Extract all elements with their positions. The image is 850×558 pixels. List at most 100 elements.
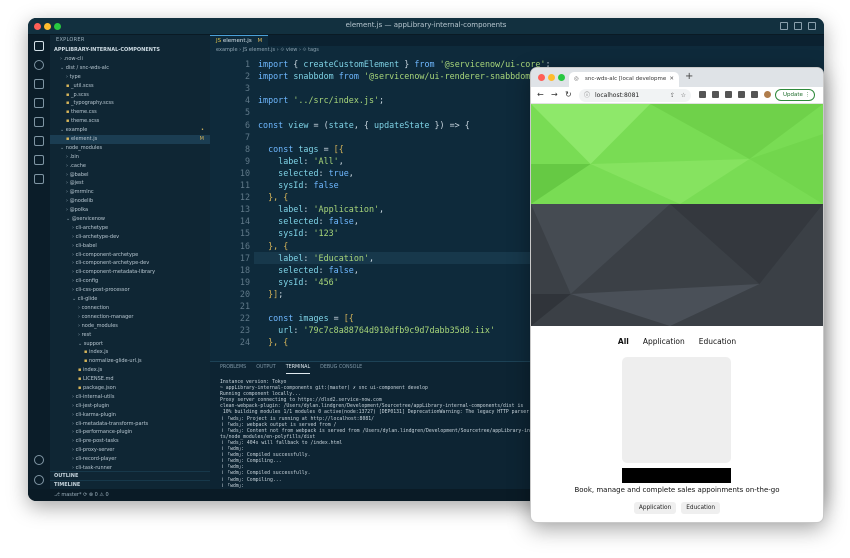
browser-close-button[interactable] (538, 74, 545, 81)
profile-avatar[interactable] (764, 91, 771, 98)
tree-item[interactable]: › connection (50, 304, 210, 313)
tree-item[interactable]: › cli-component-metadata-library (50, 268, 210, 277)
tree-item[interactable]: › @babel (50, 171, 210, 180)
tree-item[interactable]: › @jest (50, 179, 210, 188)
outline-section[interactable]: OUTLINE (50, 471, 210, 480)
workspace-root[interactable]: APPLIBRARY-INTERNAL-COMPONENTS (50, 46, 210, 55)
tree-item[interactable]: › @mrmlnc (50, 188, 210, 197)
tree-item[interactable]: › cli-jest-plugin (50, 402, 210, 411)
tab-terminal[interactable]: TERMINAL (285, 362, 311, 374)
tree-item[interactable]: › cli-performance-plugin (50, 428, 210, 437)
music-icon[interactable] (725, 91, 732, 98)
download-icon[interactable] (738, 91, 745, 98)
browser-maximize-button[interactable] (558, 74, 565, 81)
tree-item[interactable]: › cli-archetype (50, 224, 210, 233)
tag-chip[interactable]: Application (640, 336, 688, 347)
tab-output[interactable]: OUTPUT (256, 362, 276, 374)
browser-tab[interactable]: ◎ snc-wds-alc [local developme ✕ (569, 72, 679, 87)
tree-item[interactable]: › connection-manager (50, 313, 210, 322)
tree-item[interactable]: › node_modules (50, 322, 210, 331)
tree-item[interactable]: › type (50, 73, 210, 82)
tab-debug-console[interactable]: DEBUG CONSOLE (320, 362, 362, 374)
docker-icon[interactable] (34, 155, 44, 165)
tree-item[interactable]: ▪ index.js (50, 366, 210, 375)
tree-item[interactable]: › cli-metadata-transform-parts (50, 420, 210, 429)
extensions-icon[interactable] (34, 117, 44, 127)
new-tab-button[interactable]: + (685, 71, 693, 82)
app-card-image[interactable] (622, 357, 731, 463)
tree-item[interactable]: ⌄ support (50, 340, 210, 349)
tree-item[interactable]: › cli-archetype-dev (50, 233, 210, 242)
tree-item-label: cli-babel (75, 242, 97, 249)
bookmark-star-icon[interactable]: ☆ (681, 89, 686, 102)
update-button[interactable]: Update ⋮ (775, 89, 815, 101)
tag-chip[interactable]: Education (696, 336, 739, 347)
timeline-section[interactable]: TIMELINE (50, 480, 210, 489)
tag-chip[interactable]: All (615, 336, 632, 347)
tree-item[interactable]: › cli-pre-post-tasks (50, 437, 210, 446)
line-number: 1 (244, 59, 250, 69)
toggle-panel-icon[interactable] (794, 22, 802, 30)
tree-item[interactable]: › cli-component-archetype-dev (50, 259, 210, 268)
tree-item[interactable]: › cli-component-archetype (50, 251, 210, 260)
extension-icon[interactable] (699, 91, 706, 98)
tree-item[interactable]: ⌄ example • (50, 126, 210, 135)
back-icon[interactable]: ← (537, 90, 544, 99)
share-icon[interactable]: ⇪ (670, 89, 675, 102)
source-control-icon[interactable] (34, 79, 44, 89)
tree-item[interactable]: › .bin (50, 153, 210, 162)
address-bar[interactable]: ⓘ localhost:8081 ⇪ ☆ (579, 89, 691, 102)
tree-item[interactable]: › cli-proxy-server (50, 446, 210, 455)
remote-explorer-icon[interactable] (34, 136, 44, 146)
tree-item[interactable]: ⌄ @servicenow (50, 215, 210, 224)
reload-icon[interactable]: ↻ (565, 90, 572, 99)
run-debug-icon[interactable] (34, 98, 44, 108)
tree-item[interactable]: ▪ package.json (50, 384, 210, 393)
customize-layout-icon[interactable] (808, 22, 816, 30)
toggle-sidebar-icon[interactable] (780, 22, 788, 30)
tree-item[interactable]: › cli-css-post-processor (50, 286, 210, 295)
tree-item[interactable]: ▪ element.js M (50, 135, 210, 144)
breadcrumb[interactable]: example › JS element.js › ⟐ view › ⟐ tag… (210, 46, 824, 55)
settings-extension-icon[interactable] (34, 174, 44, 184)
search-icon[interactable] (34, 60, 44, 70)
manage-gear-icon[interactable] (34, 475, 44, 485)
forward-icon[interactable]: → (551, 90, 558, 99)
tree-item[interactable]: ▪ theme.css (50, 108, 210, 117)
tab-problems[interactable]: PROBLEMS (220, 362, 246, 374)
tree-item-label: cli-karma-plugin (75, 411, 116, 418)
tree-item[interactable]: ⌄ cli-glide (50, 295, 210, 304)
tree-item[interactable]: ▪ index.js (50, 348, 210, 357)
tree-item[interactable]: ▪ _util.scss (50, 82, 210, 91)
lab-icon[interactable] (712, 91, 719, 98)
tree-item[interactable]: ▪ normalize-glide-url.js (50, 357, 210, 366)
tree-item[interactable]: › .now-cli (50, 55, 210, 64)
tree-item[interactable]: › cli-internal-utils (50, 393, 210, 402)
tree-item-label: index.js (82, 367, 103, 374)
tree-item[interactable]: ▪ theme.scss (50, 117, 210, 126)
tree-item[interactable]: › @polka (50, 206, 210, 215)
explorer-icon[interactable] (34, 41, 44, 51)
tree-item[interactable]: › cli-config (50, 277, 210, 286)
browser-minimize-button[interactable] (548, 74, 555, 81)
account-icon[interactable] (34, 455, 44, 465)
tree-item[interactable]: › @nodelib (50, 197, 210, 206)
tab-element-js[interactable]: JS element.js M (210, 35, 269, 46)
tree-item[interactable]: › rest (50, 331, 210, 340)
close-tab-icon[interactable]: ✕ (669, 72, 674, 87)
tree-item[interactable]: ⌄ dist / snc-wds-alc (50, 64, 210, 73)
tree-item[interactable]: › cli-babel (50, 242, 210, 251)
tree-item[interactable]: ▪ LICENSE.md (50, 375, 210, 384)
tree-item[interactable]: ⌄ node_modules (50, 144, 210, 153)
tree-item[interactable]: ▪ _typography.scss (50, 99, 210, 108)
line-number: 16 (239, 240, 250, 251)
tree-item[interactable]: › cli-record-player (50, 455, 210, 464)
tree-item[interactable]: ▪ _p.scss (50, 91, 210, 100)
file-tree: › .now-cli ⌄ dist / snc-wds-alc › type ▪ _u… (50, 55, 210, 473)
js-file-icon: JS (216, 38, 223, 44)
card-tag-pill[interactable]: Education (681, 502, 721, 514)
tree-item[interactable]: › cli-karma-plugin (50, 411, 210, 420)
tree-item[interactable]: › .cache (50, 162, 210, 171)
sidepanel-icon[interactable] (751, 91, 758, 98)
card-tag-pill[interactable]: Application (633, 502, 677, 514)
